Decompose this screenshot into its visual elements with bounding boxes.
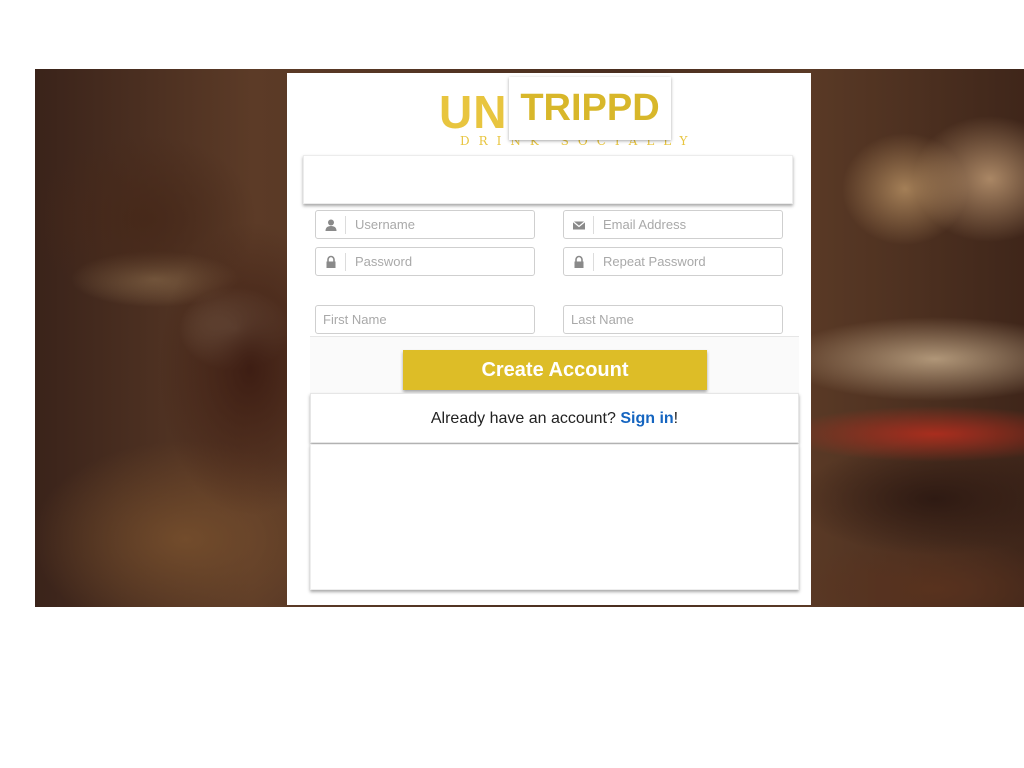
envelope-icon bbox=[572, 221, 586, 230]
create-account-button[interactable]: Create Account bbox=[403, 350, 707, 390]
lower-panel bbox=[310, 444, 799, 590]
first-name-input[interactable] bbox=[323, 306, 528, 333]
last-name-input[interactable] bbox=[571, 306, 776, 333]
logo-prefix: UN bbox=[439, 86, 508, 138]
password-field[interactable] bbox=[315, 247, 535, 276]
lock-icon bbox=[326, 255, 336, 268]
signin-bar: Already have an account? Sign in! bbox=[310, 393, 799, 443]
email-input[interactable] bbox=[603, 211, 775, 238]
repeat-password-input[interactable] bbox=[603, 248, 775, 275]
email-field[interactable] bbox=[563, 210, 783, 239]
signin-suffix: ! bbox=[673, 410, 679, 427]
user-icon bbox=[325, 219, 337, 231]
field-divider bbox=[345, 253, 346, 271]
field-divider bbox=[593, 253, 594, 271]
field-divider bbox=[345, 216, 346, 234]
field-divider bbox=[593, 216, 594, 234]
first-name-field[interactable] bbox=[315, 305, 535, 334]
username-input[interactable] bbox=[355, 211, 527, 238]
lock-icon bbox=[574, 255, 584, 268]
repeat-password-field[interactable] bbox=[563, 247, 783, 276]
username-field[interactable] bbox=[315, 210, 535, 239]
signin-prompt: Already have an account? bbox=[430, 410, 621, 427]
logo-highlight-box: TRIPPD bbox=[509, 77, 671, 140]
last-name-field[interactable] bbox=[563, 305, 783, 334]
message-box bbox=[303, 155, 793, 204]
signin-link[interactable]: Sign in bbox=[620, 410, 673, 427]
password-input[interactable] bbox=[355, 248, 527, 275]
